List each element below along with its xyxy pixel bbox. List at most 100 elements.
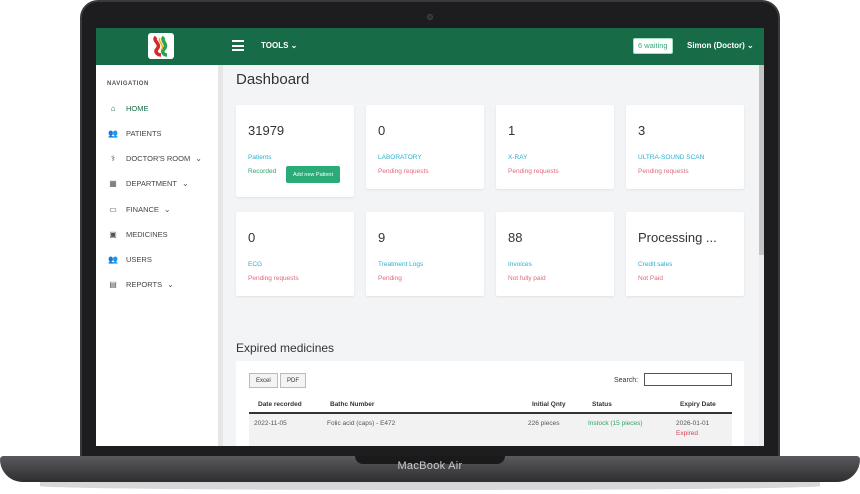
device-brand: MacBook Air (397, 460, 463, 472)
column-header[interactable]: Date recorded (258, 401, 302, 408)
stat-card-credit-sales: Processing ... Credit sales Not Paid (626, 212, 744, 296)
sidebar-item-label: FINANCE (126, 204, 159, 214)
stat-sub: Pending requests (248, 275, 299, 282)
stat-number: 88 (508, 230, 523, 245)
waiting-badge[interactable]: 6 waiting (633, 38, 673, 54)
cell-qty: 226 pieces (528, 420, 560, 427)
stat-sub: Not fully paid (508, 275, 546, 282)
home-icon: ⌂ (110, 103, 116, 113)
stat-card-invoices: 88 Invoices Not fully paid (496, 212, 614, 296)
stat-sub: Pending requests (638, 168, 689, 175)
table-row[interactable]: 2022-11-05 Folic acid (caps) - E472 226 … (249, 414, 732, 446)
report-icon: ▤ (109, 279, 117, 289)
laptop-shadow (40, 482, 820, 490)
users-icon: 👥 (108, 128, 118, 138)
top-navbar: TOOLS ⌄ 6 waiting Simon (Doctor) ⌄ (96, 28, 764, 65)
laptop-frame: MacBook Air TOOLS ⌄ 6 waiting Simon (Doc… (0, 0, 860, 494)
chevron-down-icon: ⌄ (290, 41, 298, 50)
card-icon: ▭ (109, 204, 117, 214)
column-header[interactable]: Initial Qnty (532, 401, 566, 408)
column-header[interactable]: Bathc Number (330, 401, 374, 408)
sidebar-item-label: DOCTOR'S ROOM (126, 153, 191, 163)
sidebar-item-label: MEDICINES (126, 229, 168, 239)
sidebar-item-label: USERS (126, 254, 152, 264)
cell-batch: Folic acid (caps) - E472 (327, 420, 396, 427)
sidebar-item-finance[interactable]: ▭ FINANCE ⌄ (108, 202, 171, 216)
stat-number: Processing ... (638, 230, 717, 245)
stat-sub: Recorded (248, 168, 277, 175)
stat-card-patients: 31979 Patients Recorded Add new Patient (236, 105, 354, 197)
sidebar-item-patients[interactable]: 👥 PATIENTS (108, 126, 162, 140)
sidebar-item-reports[interactable]: ▤ REPORTS ⌄ (108, 277, 174, 291)
chevron-down-icon: ⌄ (163, 204, 171, 214)
sidebar-item-label: REPORTS (126, 279, 163, 289)
stat-card-laboratory: 0 LABORATORY Pending requests (366, 105, 484, 189)
sidebar-item-medicines[interactable]: ▣ MEDICINES (108, 227, 168, 241)
stat-label[interactable]: X-RAY (508, 154, 527, 161)
stat-card-treatment-logs: 9 Treatment Logs Pending (366, 212, 484, 296)
export-excel-button[interactable]: Excel (249, 373, 278, 388)
medkit-icon: ▣ (109, 229, 117, 239)
page-title: Dashboard (236, 71, 310, 88)
search-input[interactable] (644, 373, 732, 386)
tools-menu[interactable]: TOOLS ⌄ (261, 41, 297, 50)
stat-sub: Pending (378, 275, 402, 282)
logo-icon (153, 35, 168, 57)
tools-label: TOOLS (261, 41, 289, 50)
stethoscope-icon: ⚕ (110, 153, 116, 163)
cell-expiry: 2026-01-01 (676, 420, 710, 427)
cell-status: Instock (15 pieces) (588, 420, 643, 427)
sidebar-item-label: HOME (126, 103, 149, 113)
stat-number: 3 (638, 123, 646, 138)
stat-label[interactable]: Credit sales (638, 261, 672, 268)
search-label: Search: (614, 377, 639, 384)
stat-sub: Pending requests (378, 168, 429, 175)
screen: TOOLS ⌄ 6 waiting Simon (Doctor) ⌄ NAVIG… (96, 28, 764, 446)
sidebar-item-doctors-room[interactable]: ⚕ DOCTOR'S ROOM ⌄ (108, 151, 202, 165)
expired-medicines-table: Excel PDF Search: Date recorded Bathc Nu… (236, 361, 744, 446)
page-scrollbar-thumb[interactable] (759, 65, 764, 255)
user-label: Simon (Doctor) (687, 41, 745, 50)
sidebar: NAVIGATION ⌂ HOME 👥 PATIENTS ⚕ DOCTOR'S … (96, 65, 218, 446)
users-icon: 👥 (108, 254, 118, 264)
section-title: Expired medicines (236, 341, 335, 355)
table-header: Date recorded Bathc Number Initial Qnty … (249, 396, 732, 414)
stat-card-ultrasound: 3 ULTRA-SOUND SCAN Pending requests (626, 105, 744, 189)
column-header[interactable]: Expiry Date (680, 401, 716, 408)
sidebar-item-label: PATIENTS (126, 128, 162, 138)
cell-expiry-note: Expired (676, 430, 699, 437)
app-logo[interactable] (148, 33, 174, 59)
stat-label[interactable]: Treatment Logs (378, 261, 423, 268)
sidebar-item-home[interactable]: ⌂ HOME (108, 101, 149, 115)
stat-number: 31979 (248, 123, 285, 138)
stat-sub: Pending requests (508, 168, 559, 175)
chevron-down-icon: ⌄ (195, 153, 202, 163)
stat-number: 0 (378, 123, 386, 138)
stat-label[interactable]: Invoices (508, 261, 532, 268)
main-content: Dashboard 31979 Patients Recorded Add ne… (223, 65, 759, 446)
sidebar-item-users[interactable]: 👥 USERS (108, 252, 152, 266)
add-patient-button[interactable]: Add new Patient (286, 166, 340, 183)
stat-number: 9 (378, 230, 386, 245)
chevron-down-icon: ⌄ (181, 178, 189, 188)
sidebar-item-label: DEPARTMENT (126, 178, 177, 188)
sidebar-item-department[interactable]: ▦ DEPARTMENT ⌄ (108, 176, 189, 190)
chevron-down-icon: ⌄ (747, 41, 754, 50)
user-menu[interactable]: Simon (Doctor) ⌄ (687, 41, 754, 50)
stat-number: 0 (248, 230, 256, 245)
chevron-down-icon: ⌄ (167, 279, 174, 289)
building-icon: ▦ (109, 178, 117, 188)
stat-label[interactable]: Patients (248, 154, 272, 161)
cell-date: 2022-11-05 (254, 420, 287, 427)
stat-sub: Not Paid (638, 275, 663, 282)
stat-card-ecg: 0 ECG Pending requests (236, 212, 354, 296)
menu-toggle-icon[interactable] (232, 40, 244, 51)
export-pdf-button[interactable]: PDF (280, 373, 306, 388)
stat-label[interactable]: LABORATORY (378, 154, 422, 161)
stat-number: 1 (508, 123, 516, 138)
camera-icon (427, 14, 433, 20)
stat-label[interactable]: ULTRA-SOUND SCAN (638, 154, 704, 161)
nav-heading: NAVIGATION (107, 81, 149, 87)
column-header[interactable]: Status (592, 401, 612, 408)
stat-label[interactable]: ECG (248, 261, 262, 268)
